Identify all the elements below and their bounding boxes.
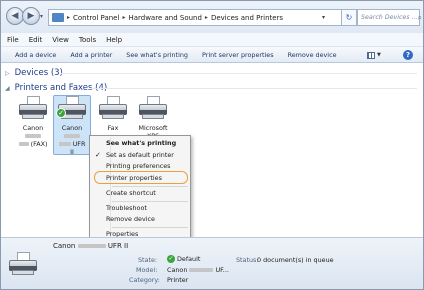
menu-item-troubleshoot[interactable]: Troubleshoot xyxy=(106,204,147,212)
menu-file[interactable]: File xyxy=(7,36,19,44)
search-input[interactable]: Search Devices ... ⌕ xyxy=(357,9,422,26)
redacted-text xyxy=(77,244,106,248)
address-bar[interactable]: ▸ Control Panel ▸ Hardware and Sound ▸ D… xyxy=(48,9,342,26)
status-value: 0 document(s) in queue xyxy=(257,256,334,264)
see-whats-printing-button[interactable]: See what's printing xyxy=(126,51,188,59)
remove-device-button[interactable]: Remove device xyxy=(288,51,337,59)
add-printer-button[interactable]: Add a printer xyxy=(70,51,112,59)
menu-tools[interactable]: Tools xyxy=(79,36,96,44)
state-label: State: xyxy=(138,256,158,264)
group-divider xyxy=(61,73,417,74)
menu-help[interactable]: Help xyxy=(106,36,122,44)
printer-label: Fax xyxy=(107,124,119,132)
redacted-text xyxy=(189,268,214,272)
menu-separator xyxy=(112,201,188,202)
menu-item-see-whats-printing[interactable]: See what's printing xyxy=(106,139,176,147)
breadcrumb-control-panel[interactable]: Control Panel xyxy=(73,14,119,22)
category-value: Printer xyxy=(167,276,189,284)
print-server-properties-button[interactable]: Print server properties xyxy=(202,51,274,59)
change-view-button[interactable]: ▼ xyxy=(367,50,387,60)
menu-view[interactable]: View xyxy=(52,36,69,44)
menu-item-printer-properties[interactable]: Printer properties xyxy=(106,174,162,182)
help-icon[interactable]: ? xyxy=(403,50,413,60)
menu-separator xyxy=(112,186,188,187)
printer-icon xyxy=(17,96,49,122)
breadcrumb-hardware-and-sound[interactable]: Hardware and Sound xyxy=(128,14,201,22)
address-dropdown-icon[interactable]: ▾ xyxy=(322,14,325,21)
fax-icon xyxy=(97,96,129,122)
expand-arrow-icon[interactable]: ▷ xyxy=(5,70,10,77)
menu-bar: File Edit View Tools Help xyxy=(1,33,423,47)
chevron-down-icon: ▼ xyxy=(377,52,381,58)
breadcrumb-devices-and-printers[interactable]: Devices and Printers xyxy=(211,14,283,22)
printer-tile-fax[interactable]: Fax xyxy=(93,96,133,132)
view-grid-icon xyxy=(367,51,375,59)
printer-label: Canon UFR II xyxy=(52,124,92,156)
state-value: ✓ Default xyxy=(167,255,201,263)
menu-edit[interactable]: Edit xyxy=(29,36,43,44)
recent-pages-dropdown-icon[interactable]: ▾ xyxy=(40,13,43,20)
printer-icon: ✓ xyxy=(56,96,88,122)
redacted-text xyxy=(25,134,41,138)
search-placeholder: Search Devices ... xyxy=(361,14,418,21)
address-bar-row: ◀ ▶ ▾ ▸ Control Panel ▸ Hardware and Sou… xyxy=(1,1,423,33)
control-panel-icon xyxy=(52,13,64,22)
devices-and-printers-window: ◀ ▶ ▾ ▸ Control Panel ▸ Hardware and Sou… xyxy=(0,0,424,290)
refresh-button[interactable]: ↻ xyxy=(341,9,357,26)
group-devices[interactable]: ▷ Devices (3) xyxy=(5,68,63,78)
menu-item-remove-device[interactable]: Remove device xyxy=(106,215,155,223)
printer-label: Canon (FAX) xyxy=(13,124,53,148)
refresh-icon: ↻ xyxy=(345,13,353,22)
collapse-arrow-icon[interactable]: ◢ xyxy=(5,85,10,92)
default-check-icon: ✓ xyxy=(56,108,66,118)
chevron-right-icon[interactable]: ▸ xyxy=(122,14,125,21)
chevron-right-icon[interactable]: ▸ xyxy=(67,14,70,21)
forward-button[interactable]: ▶ xyxy=(22,7,40,25)
context-menu: See what's printing Set as default print… xyxy=(89,135,191,243)
redacted-text xyxy=(18,142,29,146)
ok-check-icon: ✓ xyxy=(167,255,175,263)
back-arrow-icon: ◀ xyxy=(11,10,19,21)
status-label: Status: xyxy=(236,256,259,264)
printer-tile-canon-ufr[interactable]: ✓ Canon UFR II xyxy=(52,96,92,156)
chevron-right-icon[interactable]: ▸ xyxy=(205,14,208,21)
group-divider xyxy=(91,88,417,89)
printer-icon xyxy=(7,252,41,284)
redacted-text xyxy=(64,134,80,138)
menu-item-create-shortcut[interactable]: Create shortcut xyxy=(106,189,156,197)
details-pane: Canon UFR II State: ✓ Default Status: 0 d… xyxy=(1,237,423,289)
menu-separator xyxy=(112,227,188,228)
command-bar: Add a device Add a printer See what's pr… xyxy=(1,47,423,63)
group-devices-title: Devices (3) xyxy=(14,68,63,78)
forward-arrow-icon: ▶ xyxy=(27,10,35,21)
menu-item-printing-preferences[interactable]: Printing preferences xyxy=(106,162,171,170)
model-label: Model: xyxy=(136,266,158,274)
category-label: Category: xyxy=(129,276,160,284)
redacted-text xyxy=(58,142,71,146)
add-device-button[interactable]: Add a device xyxy=(15,51,56,59)
menu-item-set-default-printer[interactable]: Set as default printer xyxy=(95,151,174,159)
model-value: Canon UF... xyxy=(167,266,229,274)
printer-tile-xps[interactable]: Microsoft XPS xyxy=(133,96,173,140)
search-icon[interactable]: ⌕ xyxy=(418,13,422,23)
printer-tile-canon-fax[interactable]: Canon (FAX) xyxy=(13,96,53,148)
printer-icon xyxy=(137,96,169,122)
details-printer-name: Canon UFR II xyxy=(53,242,129,250)
